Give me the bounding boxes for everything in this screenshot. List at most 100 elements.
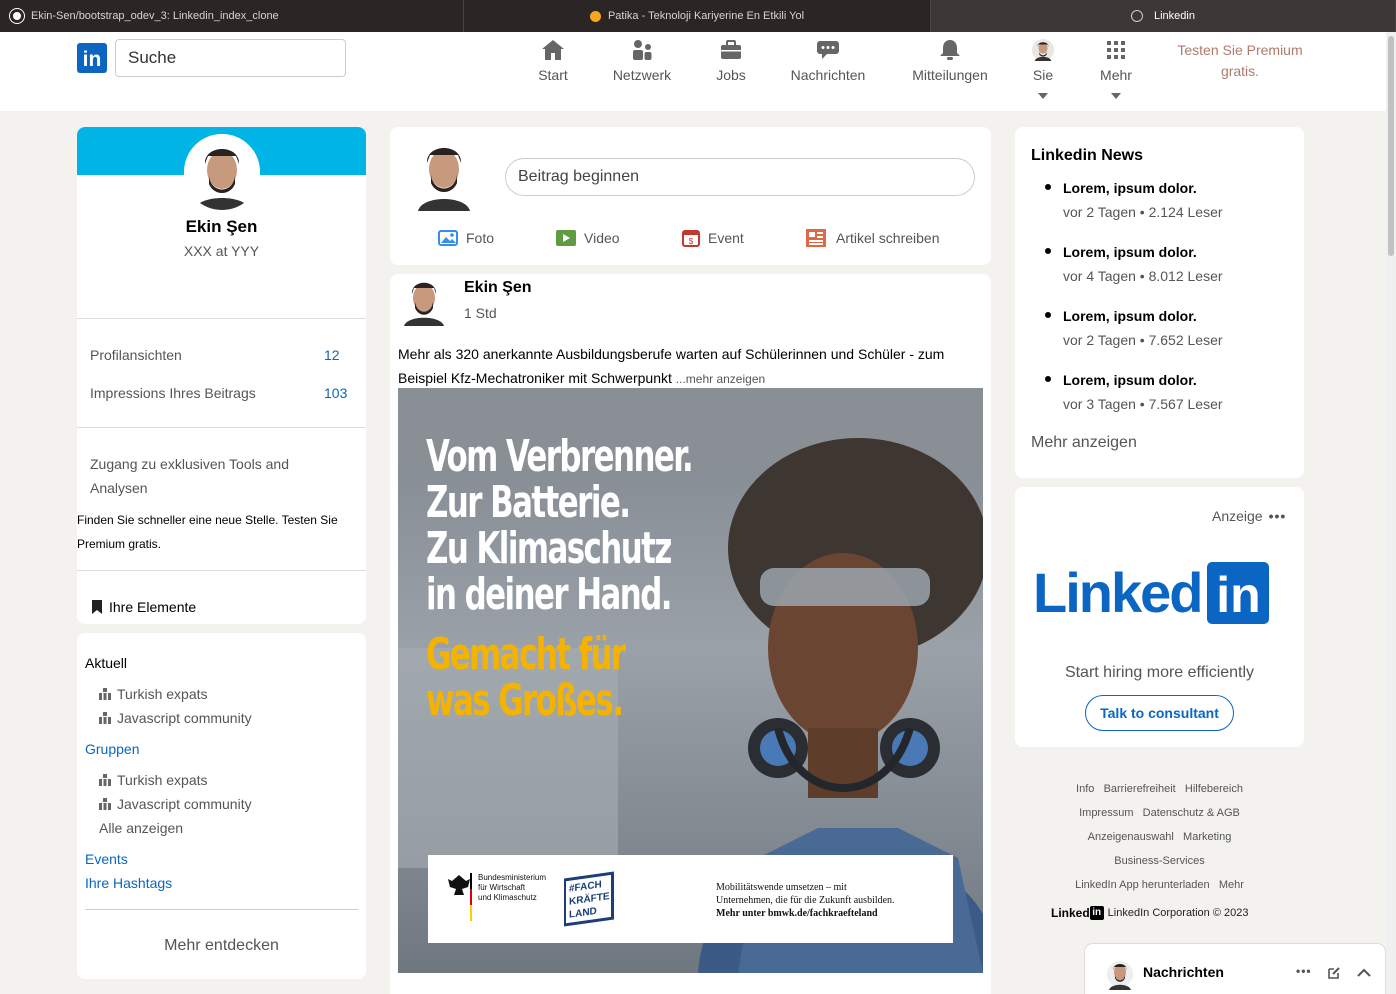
footer-link[interactable]: Info [1076,783,1094,795]
post-author-name[interactable]: Ekin Şen [464,279,532,297]
svg-text:$: $ [689,237,694,246]
post-image[interactable]: Vom Verbrenner. Zur Batterie. Zu Klimasc… [398,388,983,973]
avatar-icon [1032,39,1054,61]
start-post-input[interactable]: Beitrag beginnen [505,158,975,196]
nav-mehr[interactable]: Mehr [1096,39,1136,99]
article-icon [806,229,826,247]
footer-link[interactable]: Marketing [1183,831,1231,843]
calendar-icon: $ [682,230,700,247]
ad-headline: Vom Verbrenner. Zur Batterie. Zu Klimasc… [426,431,694,620]
search-input[interactable] [115,39,346,77]
briefcase-icon [721,40,741,59]
recent-item[interactable]: Turkish expats [99,686,208,702]
nav-jobs[interactable]: Jobs [708,39,754,83]
talk-to-consultant-button[interactable]: Talk to consultant [1085,695,1234,731]
profile-headline: XXX at YYY [183,243,260,259]
ad-footer-text: Mobilitätswende umsetzen – mit Unternehm… [716,882,895,919]
bell-icon [940,40,960,60]
nav-mitteilungen[interactable]: Mitteilungen [906,39,994,83]
footer-link[interactable]: Anzeigenauswahl [1088,831,1174,843]
group-icon [99,774,111,786]
video-icon [556,230,576,246]
profile-avatar[interactable] [184,134,260,210]
show-all-link[interactable]: Alle anzeigen [99,820,183,836]
browser-tab-linkedin[interactable]: Linkedin [931,0,1396,32]
nav-start[interactable]: Start [530,39,576,83]
recent-item[interactable]: Javascript community [99,710,252,726]
ad-card: Anzeige ••• Linked in Start hiring more … [1015,487,1304,747]
divider [77,427,366,428]
footer-link[interactable]: Datenschutz & AGB [1143,807,1240,819]
premium-offer-link[interactable]: Finden Sie schneller eine neue Stelle. T… [77,508,357,556]
video-button[interactable]: Video [556,229,620,247]
bullet-icon [1045,248,1051,254]
messaging-avatar [1107,961,1133,990]
bullet-icon [1045,312,1051,318]
group-item[interactable]: Javascript community [99,796,252,812]
chevron-up-icon[interactable] [1357,968,1371,978]
divider [77,318,366,319]
stat-impressions-value[interactable]: 103 [324,385,347,401]
stat-profile-views-label[interactable]: Profilansichten [90,347,182,363]
write-article-button[interactable]: Artikel schreiben [806,229,940,247]
hashtags-link[interactable]: Ihre Hashtags [85,875,172,891]
footer-link[interactable]: Barrierefreiheit [1104,783,1176,795]
premium-link[interactable]: Testen Sie Premium gratis. [1170,40,1310,82]
news-show-more[interactable]: Mehr anzeigen [1031,434,1137,452]
footer-link[interactable]: LinkedIn App herunterladen [1075,879,1210,891]
footer-link[interactable]: Business-Services [1114,855,1204,867]
group-item[interactable]: Turkish expats [99,772,208,788]
news-headline[interactable]: Lorem, ipsum dolor. [1063,180,1197,196]
profile-card: Ekin Şen XXX at YYY Profilansichten 12 I… [77,127,366,624]
more-options-icon[interactable]: ••• [1296,964,1312,978]
nav-netzwerk[interactable]: Netzwerk [604,39,680,83]
compose-icon[interactable] [1327,966,1341,980]
footer-link[interactable]: Impressum [1079,807,1133,819]
chevron-down-icon [1038,93,1048,99]
post-author-avatar[interactable] [402,274,446,326]
news-headline[interactable]: Lorem, ipsum dolor. [1063,244,1197,260]
post-text: Mehr als 320 anerkannte Ausbildungsberuf… [398,346,945,386]
nav-sie[interactable]: Sie [1026,39,1060,99]
footer-link[interactable]: Hilfebereich [1185,783,1243,795]
feed-post: Ekin Şen 1 Std Mehr als 320 anerkannte A… [390,274,991,994]
news-headline[interactable]: Lorem, ipsum dolor. [1063,308,1197,324]
compass-icon [1131,10,1143,22]
show-more-link[interactable]: ...mehr anzeigen [676,372,765,386]
nav-nachrichten[interactable]: Nachrichten [786,39,870,83]
recent-title: Aktuell [85,655,128,671]
group-icon [99,712,111,724]
network-icon [633,40,652,60]
events-link[interactable]: Events [85,851,128,867]
footer-link[interactable]: Mehr [1219,879,1244,891]
news-headline[interactable]: Lorem, ipsum dolor. [1063,372,1197,388]
group-icon [99,688,111,700]
scrollbar-thumb[interactable] [1388,36,1394,256]
photo-icon [438,230,458,246]
bookmark-icon [92,600,102,614]
messaging-dock[interactable]: Nachrichten ••• [1085,944,1385,994]
browser-tab-patika[interactable]: Patika - Teknoloji Kariyerine En Etkili … [464,0,931,32]
profile-name[interactable]: Ekin Şen [77,217,366,237]
bullet-icon [1045,376,1051,382]
patika-icon [589,10,601,22]
community-card: Aktuell Turkish expats Javascript commun… [77,633,366,979]
discover-more-button[interactable]: Mehr entdecken [77,937,366,955]
ad-tagline: Start hiring more efficiently [1064,664,1255,681]
composer-avatar[interactable] [414,135,474,211]
news-meta: vor 4 Tagen • 8.012 Leser [1063,268,1223,284]
browser-tab-github[interactable]: Ekin-Sen/bootstrap_odev_3: Linkedin_inde… [0,0,464,32]
groups-link[interactable]: Gruppen [85,741,139,757]
bullet-icon [1045,184,1051,190]
my-items-link[interactable]: Ihre Elemente [91,599,196,615]
event-button[interactable]: $ Event [682,229,744,247]
news-meta: vor 2 Tagen • 2.124 Leser [1063,204,1223,220]
stat-profile-views-value[interactable]: 12 [324,347,340,363]
news-title: Linkedin News [1031,147,1144,164]
more-options-icon[interactable]: ••• [1269,508,1287,524]
linkedin-logo[interactable]: in [77,43,107,73]
photo-button[interactable]: Foto [438,229,494,247]
news-meta: vor 2 Tagen • 7.652 Leser [1063,332,1223,348]
message-icon [817,41,839,59]
stat-impressions-label[interactable]: Impressions Ihres Beitrags [90,385,256,401]
